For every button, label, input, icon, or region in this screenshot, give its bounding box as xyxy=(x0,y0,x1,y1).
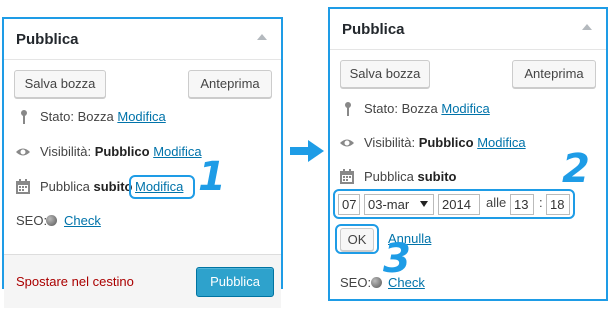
publish-value: subito xyxy=(417,169,457,184)
status-edit-link[interactable]: Modifica xyxy=(441,101,489,116)
step-number-1: 1 xyxy=(198,154,226,200)
publish-box-footer: Spostare nel cestino Pubblica xyxy=(4,254,281,308)
at-label: alle xyxy=(486,195,507,210)
publish-button[interactable]: Pubblica xyxy=(196,267,274,297)
status-edit-link[interactable]: Modifica xyxy=(117,109,165,124)
chevron-down-icon xyxy=(420,201,428,207)
seo-check-link[interactable]: Check xyxy=(64,211,101,231)
publish-box-after: Pubblica Salva bozza Anteprima Stato: Bo… xyxy=(328,7,608,301)
calendar-icon xyxy=(16,179,30,194)
publish-box-header: Pubblica xyxy=(4,19,281,60)
visibility-edit-link[interactable]: Modifica xyxy=(153,144,201,159)
seo-label: SEO: xyxy=(340,275,372,290)
publish-box-header: Pubblica xyxy=(330,9,606,50)
minute-input[interactable]: 18 xyxy=(546,194,570,215)
year-input[interactable]: 2014 xyxy=(438,194,480,215)
publish-box-before: Pubblica Salva bozza Anteprima Stato: Bo… xyxy=(2,17,283,308)
seo-label: SEO: xyxy=(16,213,48,228)
visibility-value: Pubblico xyxy=(94,144,150,159)
status-label: Stato: xyxy=(364,101,398,116)
seo-status-icon xyxy=(371,277,382,288)
eye-icon xyxy=(340,139,354,147)
eye-icon xyxy=(16,148,30,156)
right-arrow-icon xyxy=(290,140,324,162)
calendar-icon xyxy=(340,169,354,184)
visibility-row: Visibilità: Pubblico Modifica xyxy=(4,142,281,162)
collapse-toggle-icon[interactable] xyxy=(257,34,267,40)
visibility-label: Visibilità: xyxy=(364,135,416,150)
seo-row: SEO: Check xyxy=(4,211,281,231)
status-row: Stato: Bozza Modifica xyxy=(4,107,281,127)
visibility-label: Visibilità: xyxy=(40,144,92,159)
seo-check-link[interactable]: Check xyxy=(388,273,425,293)
pin-icon xyxy=(21,110,27,124)
day-input[interactable]: 07 xyxy=(338,194,360,215)
save-draft-button[interactable]: Salva bozza xyxy=(14,70,106,98)
publish-label: Pubblica xyxy=(40,179,90,194)
trash-link[interactable]: Spostare nel cestino xyxy=(16,274,134,289)
highlight-edit-link xyxy=(129,175,195,199)
publish-label: Pubblica xyxy=(364,169,414,184)
save-draft-button[interactable]: Salva bozza xyxy=(340,60,430,88)
status-row: Stato: Bozza Modifica xyxy=(330,99,606,119)
ok-button[interactable]: OK xyxy=(340,228,374,251)
visibility-value: Pubblico xyxy=(418,135,474,150)
status-value: Bozza xyxy=(401,101,438,116)
seo-status-icon xyxy=(46,215,57,226)
collapse-toggle-icon[interactable] xyxy=(582,24,592,30)
status-value: Bozza xyxy=(77,109,114,124)
publish-box-title: Pubblica xyxy=(342,21,405,38)
publish-box-title: Pubblica xyxy=(16,31,79,48)
status-label: Stato: xyxy=(40,109,74,124)
step-number-2: 2 xyxy=(562,146,590,192)
month-select[interactable]: 03-mar xyxy=(364,194,434,215)
month-value: 03-mar xyxy=(368,197,410,212)
pin-icon xyxy=(345,102,351,116)
publish-value: subito xyxy=(93,179,133,194)
visibility-edit-link[interactable]: Modifica xyxy=(477,135,525,150)
preview-button[interactable]: Anteprima xyxy=(188,70,272,98)
time-separator: : xyxy=(539,195,543,210)
hour-input[interactable]: 13 xyxy=(510,194,534,215)
seo-row: SEO: Check xyxy=(330,273,606,293)
preview-button[interactable]: Anteprima xyxy=(512,60,596,88)
